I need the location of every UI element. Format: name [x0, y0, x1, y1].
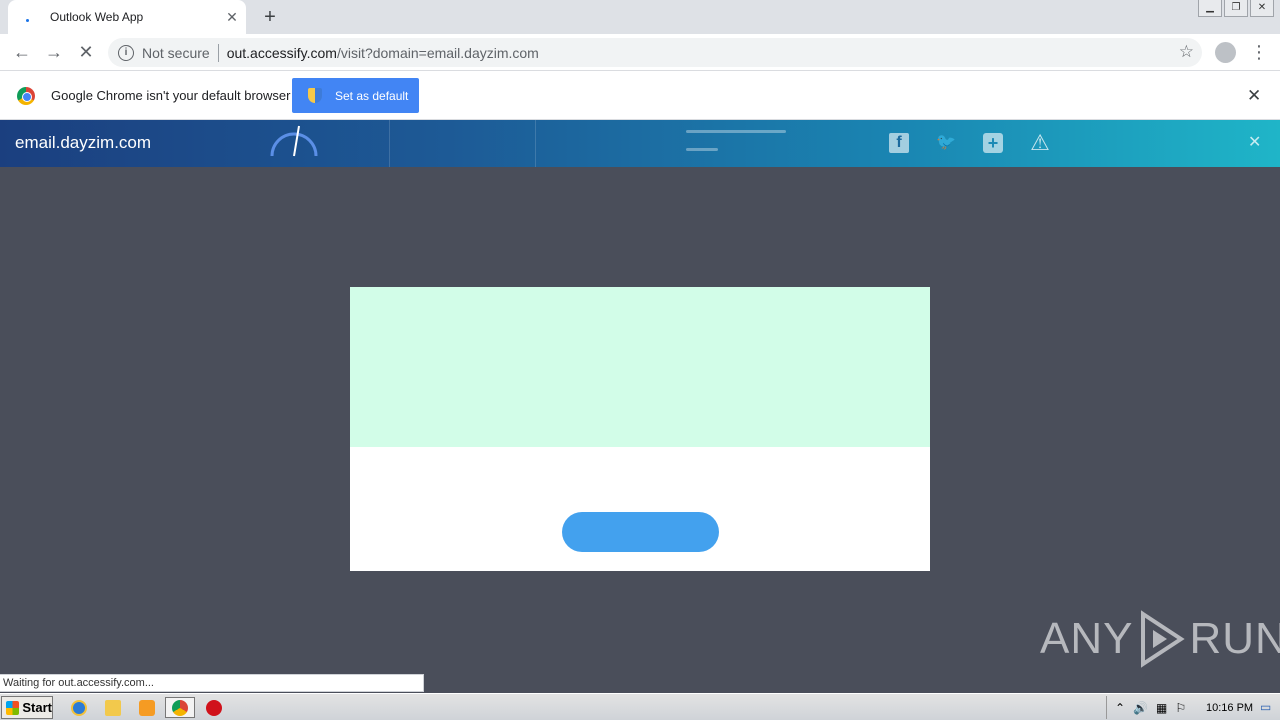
modal-dialog [350, 287, 930, 571]
stop-loading-icon[interactable]: ✕ [74, 41, 98, 65]
taskbar-internet-explorer[interactable] [68, 697, 90, 718]
modal-header-panel [350, 287, 930, 447]
set-as-default-button[interactable]: Set as default [292, 78, 419, 113]
new-tab-button[interactable]: + [258, 5, 282, 29]
site-info-icon[interactable]: i [118, 44, 134, 61]
speed-gauge-icon [270, 125, 318, 157]
address-bar[interactable]: i Not secure out.accessify.com /visit?do… [108, 38, 1202, 67]
anyrun-watermark: ANY RUN [1040, 610, 1280, 668]
opera-icon [206, 699, 222, 716]
taskbar-opera[interactable] [203, 697, 225, 718]
internet-explorer-icon [71, 699, 87, 716]
start-label: Start [22, 700, 52, 715]
forward-icon[interactable]: → [42, 41, 66, 65]
redirect-banner: email.dayzim.com f 🐦 + ⚠ [0, 120, 1280, 167]
tab-close-icon[interactable]: ✕ [222, 9, 242, 26]
tab-outlook-web-app[interactable]: Outlook Web App ✕ [8, 0, 246, 34]
windows-logo-icon [6, 700, 20, 715]
banner-divider [535, 120, 536, 167]
watermark-right: RUN [1189, 614, 1280, 663]
loading-spinner-icon [22, 10, 36, 24]
modal-action-button[interactable] [562, 512, 719, 552]
infobar-message: Google Chrome isn't your default browser [51, 88, 291, 103]
back-icon[interactable]: ← [10, 41, 34, 65]
uac-shield-icon [308, 88, 322, 103]
show-desktop-icon[interactable]: ▭ [1260, 700, 1271, 714]
play-logo-icon [1141, 610, 1186, 668]
url-path: /visit?domain=email.dayzim.com [336, 44, 539, 61]
taskbar-clock[interactable]: 10:16 PM [1206, 702, 1253, 714]
banner-close-icon[interactable]: ✕ [1248, 132, 1261, 152]
windows-taskbar: Start ⌃ 🔊 ▦ ⚐ 10:16 PM ▭ [0, 693, 1280, 720]
status-bubble: Waiting for out.accessify.com... [0, 674, 424, 692]
chrome-logo-icon [17, 87, 35, 105]
volume-icon[interactable]: 🔊 [1133, 701, 1148, 715]
banner-domain: email.dayzim.com [15, 133, 152, 152]
taskbar-chrome[interactable] [165, 697, 195, 718]
banner-divider [389, 120, 390, 167]
add-icon[interactable]: + [983, 133, 1003, 153]
loading-bar [686, 148, 718, 151]
security-label: Not secure [142, 44, 210, 61]
close-window-button[interactable]: ✕ [1250, 0, 1274, 17]
chrome-icon [172, 699, 188, 716]
tab-title: Outlook Web App [50, 10, 144, 24]
bookmark-star-icon[interactable]: ☆ [1179, 42, 1194, 62]
network-icon[interactable]: ▦ [1156, 701, 1167, 715]
facebook-icon[interactable]: f [889, 133, 909, 153]
browser-toolbar: ← → ✕ i Not secure out.accessify.com /vi… [0, 34, 1280, 71]
warning-icon[interactable]: ⚠ [1030, 132, 1050, 154]
infobar-close-icon[interactable]: ✕ [1247, 86, 1261, 106]
start-button[interactable]: Start [1, 696, 53, 719]
taskbar-file-explorer[interactable] [102, 697, 124, 718]
set-as-default-label: Set as default [335, 88, 409, 103]
tray-expand-icon[interactable]: ⌃ [1115, 701, 1125, 715]
loading-bars [686, 130, 786, 166]
omnibox-separator [217, 43, 219, 62]
twitter-icon[interactable]: 🐦 [936, 133, 956, 153]
action-center-flag-icon[interactable]: ⚐ [1175, 701, 1186, 715]
chrome-menu-icon[interactable]: ⋮ [1250, 41, 1268, 65]
window-controls: ▁ ❐ ✕ [1198, 0, 1274, 17]
url-host: out.accessify.com [226, 44, 337, 61]
minimize-button[interactable]: ▁ [1198, 0, 1222, 17]
profile-avatar-icon[interactable] [1215, 42, 1236, 63]
tab-strip: Outlook Web App ✕ + ▁ ❐ ✕ [0, 0, 1280, 34]
media-player-icon [139, 699, 155, 716]
folder-icon [105, 699, 121, 716]
restore-button[interactable]: ❐ [1224, 0, 1248, 17]
taskbar-media-player[interactable] [136, 697, 158, 718]
watermark-left: ANY [1040, 614, 1134, 663]
system-tray: ⌃ 🔊 ▦ ⚐ [1106, 696, 1280, 719]
loading-bar [686, 130, 786, 133]
